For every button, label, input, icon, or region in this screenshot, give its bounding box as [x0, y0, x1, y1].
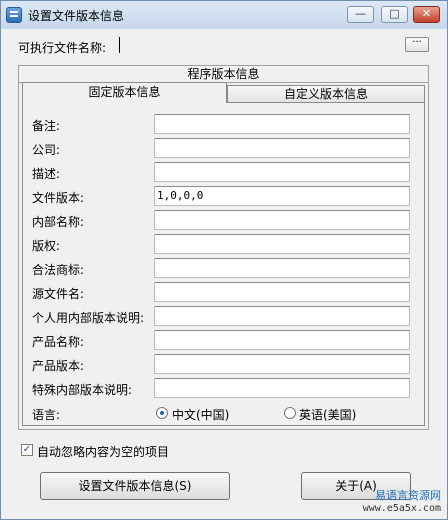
file-version-value: 1,0,0,0 — [157, 189, 204, 202]
language-english-radio[interactable] — [284, 407, 296, 419]
skip-empty-label[interactable]: 自动忽略内容为空的项目 — [37, 443, 169, 460]
original-filename-label: 源文件名: — [32, 287, 85, 301]
title-bar[interactable]: 设置文件版本信息 — □ ✕ — [1, 1, 447, 29]
copyright-input[interactable] — [154, 234, 410, 254]
skip-empty-checkbox[interactable]: ✓ — [21, 444, 33, 456]
file-version-label: 文件版本: — [32, 191, 85, 205]
product-name-label: 产品名称: — [32, 335, 85, 349]
language-chinese-label[interactable]: 中文(中国) — [172, 406, 229, 423]
main-window: 设置文件版本信息 — □ ✕ 可执行文件名称: ··· 程序版本信息 固定版本信… — [0, 0, 448, 520]
language-english-label[interactable]: 英语(美国) — [299, 406, 356, 423]
exe-name-label: 可执行文件名称: — [18, 41, 107, 55]
company-input[interactable] — [154, 138, 410, 158]
close-button[interactable]: ✕ — [413, 6, 440, 23]
special-build-label: 特殊内部版本说明: — [32, 383, 133, 397]
original-filename-input[interactable] — [154, 282, 410, 302]
trademark-input[interactable] — [154, 258, 410, 278]
remarks-label: 备注: — [32, 119, 61, 133]
watermark-logo: 易语言资源网 www.e5a5x.com — [323, 489, 441, 515]
set-version-info-label: 设置文件版本信息(S) — [78, 479, 192, 493]
file-version-input[interactable]: 1,0,0,0 — [154, 186, 410, 206]
remarks-input[interactable] — [154, 114, 410, 134]
product-version-label: 产品版本: — [32, 359, 85, 373]
watermark-line1: 易语言资源网 — [375, 489, 441, 502]
tab-fixed-version[interactable]: 固定版本信息 — [22, 82, 227, 103]
tab-custom-version-label: 自定义版本信息 — [283, 87, 368, 101]
app-icon — [6, 7, 22, 23]
browse-button[interactable]: ··· — [405, 37, 429, 52]
trademark-label: 合法商标: — [32, 263, 85, 277]
tab-custom-version[interactable]: 自定义版本信息 — [227, 85, 425, 103]
product-version-input[interactable] — [154, 354, 410, 374]
copyright-label: 版权: — [32, 239, 61, 253]
description-input[interactable] — [154, 162, 410, 182]
group-title: 程序版本信息 — [19, 66, 428, 83]
watermark-line2: www.e5a5x.com — [362, 503, 441, 514]
private-build-input[interactable] — [154, 306, 410, 326]
internal-name-input[interactable] — [154, 210, 410, 230]
minimize-button[interactable]: — — [347, 6, 374, 23]
set-version-info-button[interactable]: 设置文件版本信息(S) — [40, 472, 230, 500]
tab-fixed-version-label: 固定版本信息 — [88, 85, 161, 99]
language-label: 语言: — [32, 408, 61, 422]
exe-name-input[interactable] — [119, 37, 401, 53]
special-build-input[interactable] — [154, 378, 410, 398]
company-label: 公司: — [32, 143, 61, 157]
private-build-label: 个人用内部版本说明: — [32, 311, 145, 325]
maximize-button[interactable]: □ — [381, 6, 408, 23]
internal-name-label: 内部名称: — [32, 215, 85, 229]
language-chinese-radio[interactable] — [156, 407, 168, 419]
description-label: 描述: — [32, 167, 61, 181]
product-name-input[interactable] — [154, 330, 410, 350]
window-title: 设置文件版本信息 — [28, 9, 125, 23]
